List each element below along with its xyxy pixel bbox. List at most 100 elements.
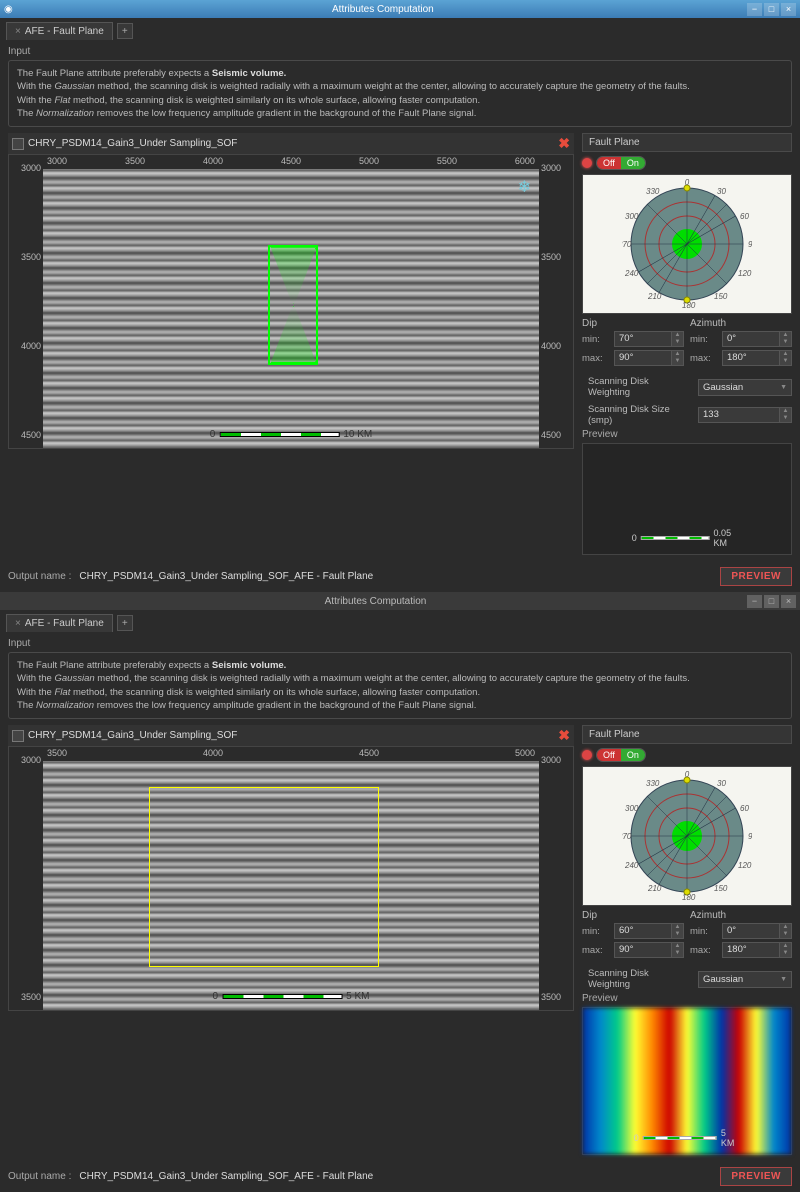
azimuth-max-input[interactable]: 180°▲▼ <box>722 942 792 958</box>
svg-text:210: 210 <box>647 884 662 893</box>
svg-text:150: 150 <box>714 884 728 893</box>
viewer-title: CHRY_PSDM14_Gain3_Under Sampling_SOF <box>28 138 554 149</box>
output-name-value: CHRY_PSDM14_Gain3_Under Sampling_SOF_AFE… <box>79 571 712 582</box>
svg-text:330: 330 <box>646 187 660 196</box>
output-name-value: CHRY_PSDM14_Gain3_Under Sampling_SOF_AFE… <box>79 1171 712 1182</box>
svg-text:0: 0 <box>685 179 690 187</box>
window-title: Attributes Computation <box>19 4 747 15</box>
axis-left: 30003500 <box>9 747 43 1010</box>
tab-label: AFE - Fault Plane <box>25 26 104 37</box>
svg-text:120: 120 <box>738 269 752 278</box>
tab-afe-fault-plane[interactable]: × AFE - Fault Plane <box>6 22 113 40</box>
svg-text:90: 90 <box>748 240 752 249</box>
svg-text:60: 60 <box>740 804 749 813</box>
preview-viewer[interactable]: 00.05 KM <box>582 443 792 555</box>
off-on-toggle[interactable]: OffOn <box>596 748 646 762</box>
azimuth-min-input[interactable]: 0°▲▼ <box>722 923 792 939</box>
azimuth-min-input[interactable]: 0°▲▼ <box>722 331 792 347</box>
selection-box[interactable] <box>149 787 379 967</box>
tab-label: AFE - Fault Plane <box>25 618 104 629</box>
axis-right: 30003500 <box>539 747 573 1010</box>
svg-text:300: 300 <box>625 804 639 813</box>
viewer-title: CHRY_PSDM14_Gain3_Under Sampling_SOF <box>28 730 554 741</box>
axis-top: 3000350040004500500055006000 <box>43 155 539 169</box>
tab-afe-fault-plane[interactable]: × AFE - Fault Plane <box>6 614 113 632</box>
svg-text:150: 150 <box>714 292 728 301</box>
input-label: Input <box>8 46 792 57</box>
preview-scalebar: 00.05 KM <box>632 528 743 548</box>
expand-button[interactable] <box>12 730 24 742</box>
expand-button[interactable] <box>12 138 24 150</box>
snowflake-icon[interactable]: ❄ <box>518 177 531 197</box>
off-on-toggle[interactable]: OffOn <box>596 156 646 170</box>
svg-text:60: 60 <box>740 212 749 221</box>
azimuth-compass[interactable]: 0 30 60 90 120 150 180 210 240 270 300 330 <box>582 766 792 906</box>
svg-text:120: 120 <box>738 861 752 870</box>
window-title: Attributes Computation <box>4 596 747 607</box>
tab-add-button[interactable]: + <box>117 23 133 39</box>
app-icon: ◉ <box>4 4 13 15</box>
tab-add-button[interactable]: + <box>117 615 133 631</box>
maximize-button[interactable]: □ <box>764 595 779 608</box>
preview-button[interactable]: PREVIEW <box>720 1167 792 1186</box>
viewer-close-icon[interactable]: ✖ <box>558 727 570 744</box>
weighting-combo[interactable]: Gaussian▼ <box>698 379 792 396</box>
svg-text:270: 270 <box>622 832 632 841</box>
dip-max-input[interactable]: 90°▲▼ <box>614 942 684 958</box>
dip-min-input[interactable]: 70°▲▼ <box>614 331 684 347</box>
viewer-close-icon[interactable]: ✖ <box>558 135 570 152</box>
svg-text:240: 240 <box>624 269 639 278</box>
disk-size-input[interactable]: 133▲▼ <box>698 407 792 423</box>
weighting-combo[interactable]: Gaussian▼ <box>698 971 792 988</box>
svg-text:180: 180 <box>682 893 696 901</box>
svg-text:0: 0 <box>685 771 690 779</box>
disk-size-label: Scanning Disk Size (smp) <box>582 404 692 426</box>
dip-min-input[interactable]: 60°▲▼ <box>614 923 684 939</box>
info-text: The Fault Plane attribute preferably exp… <box>8 60 792 127</box>
viewer-header: CHRY_PSDM14_Gain3_Under Sampling_SOF ✖ <box>8 133 574 154</box>
axis-right: 3000350040004500 <box>539 155 573 448</box>
svg-text:270: 270 <box>622 240 632 249</box>
scalebar: 05 KM <box>213 991 370 1002</box>
dip-max-input[interactable]: 90°▲▼ <box>614 350 684 366</box>
output-label: Output name : <box>8 1171 71 1182</box>
tab-close-icon[interactable]: × <box>15 26 21 37</box>
info-text: The Fault Plane attribute preferably exp… <box>8 652 792 719</box>
azimuth-compass[interactable]: 0 30 60 90 120 150 180 210 240 270 300 3… <box>582 174 792 314</box>
svg-text:330: 330 <box>646 779 660 788</box>
svg-text:90: 90 <box>748 832 752 841</box>
titlebar[interactable]: Attributes Computation − □ × <box>0 592 800 610</box>
seismic-viewer[interactable]: 3000350040004500500055006000 30003500400… <box>8 154 574 449</box>
axis-top: 3500400045005000 <box>43 747 539 761</box>
axis-left: 3000350040004500 <box>9 155 43 448</box>
scalebar: 010 KM <box>210 429 372 440</box>
fault-plane-header: Fault Plane <box>582 725 792 744</box>
seismic-viewer[interactable]: 3500400045005000 30003500 30003500 05 KM <box>8 746 574 1011</box>
minimize-button[interactable]: − <box>747 595 762 608</box>
window-2: Attributes Computation − □ × × AFE - Fau… <box>0 592 800 1192</box>
scanning-cone-overlay <box>268 245 318 365</box>
svg-text:180: 180 <box>682 301 696 309</box>
dip-label: Dip <box>582 318 684 329</box>
azimuth-max-input[interactable]: 180°▲▼ <box>722 350 792 366</box>
svg-text:240: 240 <box>624 861 639 870</box>
titlebar[interactable]: ◉ Attributes Computation − □ × <box>0 0 800 18</box>
close-button[interactable]: × <box>781 3 796 16</box>
svg-text:210: 210 <box>647 292 662 301</box>
preview-button[interactable]: PREVIEW <box>720 567 792 586</box>
azimuth-label: Azimuth <box>690 318 792 329</box>
status-led-icon <box>582 750 592 760</box>
minimize-button[interactable]: − <box>747 3 762 16</box>
azimuth-label: Azimuth <box>690 910 792 921</box>
output-label: Output name : <box>8 571 71 582</box>
input-label: Input <box>8 638 792 649</box>
preview-viewer[interactable]: 05 KM <box>582 1007 792 1155</box>
dip-label: Dip <box>582 910 684 921</box>
maximize-button[interactable]: □ <box>764 3 779 16</box>
window-1: ◉ Attributes Computation − □ × × AFE - F… <box>0 0 800 592</box>
fault-plane-header: Fault Plane <box>582 133 792 152</box>
svg-text:30: 30 <box>717 779 726 788</box>
close-button[interactable]: × <box>781 595 796 608</box>
weighting-label: Scanning Disk Weighting <box>582 376 692 398</box>
tab-close-icon[interactable]: × <box>15 618 21 629</box>
